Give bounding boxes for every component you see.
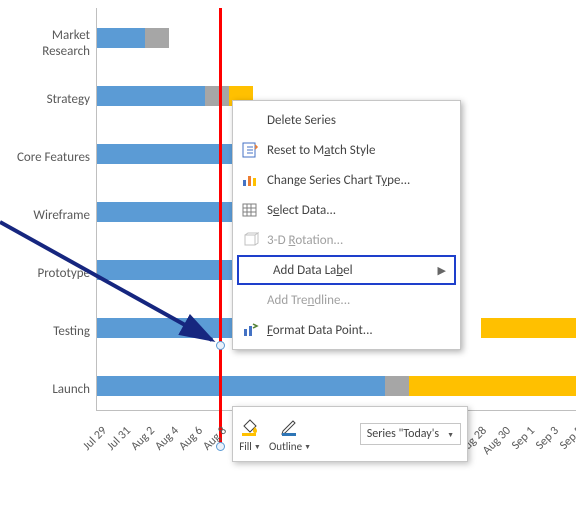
outline-label: Outline (269, 440, 302, 453)
menu-delete-series[interactable]: Delete Series (233, 105, 460, 135)
blank-icon (245, 259, 267, 281)
y-label: Prototype (10, 266, 90, 282)
bar-completed[interactable] (97, 28, 145, 48)
y-axis-line (96, 8, 97, 410)
menu-label: Delete Series (267, 113, 452, 128)
chevron-down-icon: ▼ (447, 430, 454, 439)
y-label: Wireframe (10, 208, 90, 224)
bar-completed[interactable] (97, 86, 205, 106)
menu-label: Change Series Chart Type... (267, 173, 452, 188)
chevron-right-icon: ▶ (438, 264, 446, 277)
bar-remaining[interactable] (481, 318, 576, 338)
series-selector[interactable]: Series "Today's ▼ (360, 423, 461, 445)
series-label: Series "Today's (367, 427, 439, 441)
bar-inprogress[interactable] (205, 86, 229, 106)
bar-remaining[interactable] (409, 376, 576, 396)
fill-label: Fill (239, 440, 252, 453)
format-icon (239, 319, 261, 341)
y-label: Market Research (10, 28, 90, 59)
select-data-icon (239, 199, 261, 221)
bar-completed[interactable] (97, 376, 385, 396)
fill-bucket-icon (239, 416, 261, 438)
chevron-down-icon: ▼ (254, 442, 261, 451)
y-label: Testing (10, 324, 90, 340)
outline-button[interactable]: Outline▼ (269, 416, 311, 453)
menu-select-data[interactable]: Select Data... (233, 195, 460, 225)
menu-label: Add Data Label (273, 263, 438, 278)
menu-format-data-point[interactable]: Format Data Point... (233, 315, 460, 345)
menu-label: Add Trendline... (267, 293, 452, 308)
reset-icon (239, 139, 261, 161)
menu-add-trendline: Add Trendline... (233, 285, 460, 315)
context-menu: Delete Series Reset to Match Style Chang… (232, 100, 461, 350)
bar-inprogress[interactable] (145, 28, 169, 48)
menu-label: 3-D Rotation... (267, 233, 452, 248)
rotate-3d-icon (239, 229, 261, 251)
y-label: Launch (10, 382, 90, 398)
bar-inprogress[interactable] (385, 376, 409, 396)
menu-label: Select Data... (267, 203, 452, 218)
y-label: Strategy (10, 92, 90, 108)
fill-button[interactable]: Fill▼ (239, 416, 261, 453)
menu-label: Format Data Point... (267, 323, 452, 338)
chart-type-icon (239, 169, 261, 191)
blank-icon (239, 289, 261, 311)
mini-toolbar: Fill▼ Outline▼ Series "Today's ▼ (232, 406, 468, 462)
menu-label: Reset to Match Style (267, 143, 452, 158)
blank-icon (239, 109, 261, 131)
y-label: Core Features (10, 150, 90, 166)
menu-3d-rotation: 3-D Rotation... (233, 225, 460, 255)
chevron-down-icon: ▼ (304, 442, 311, 451)
menu-reset-match-style[interactable]: Reset to Match Style (233, 135, 460, 165)
menu-change-chart-type[interactable]: Change Series Chart Type... (233, 165, 460, 195)
menu-add-data-label[interactable]: Add Data Label ▶ (237, 255, 456, 285)
outline-pen-icon (279, 416, 301, 438)
today-data-point[interactable] (216, 341, 225, 350)
today-line[interactable] (219, 8, 222, 448)
